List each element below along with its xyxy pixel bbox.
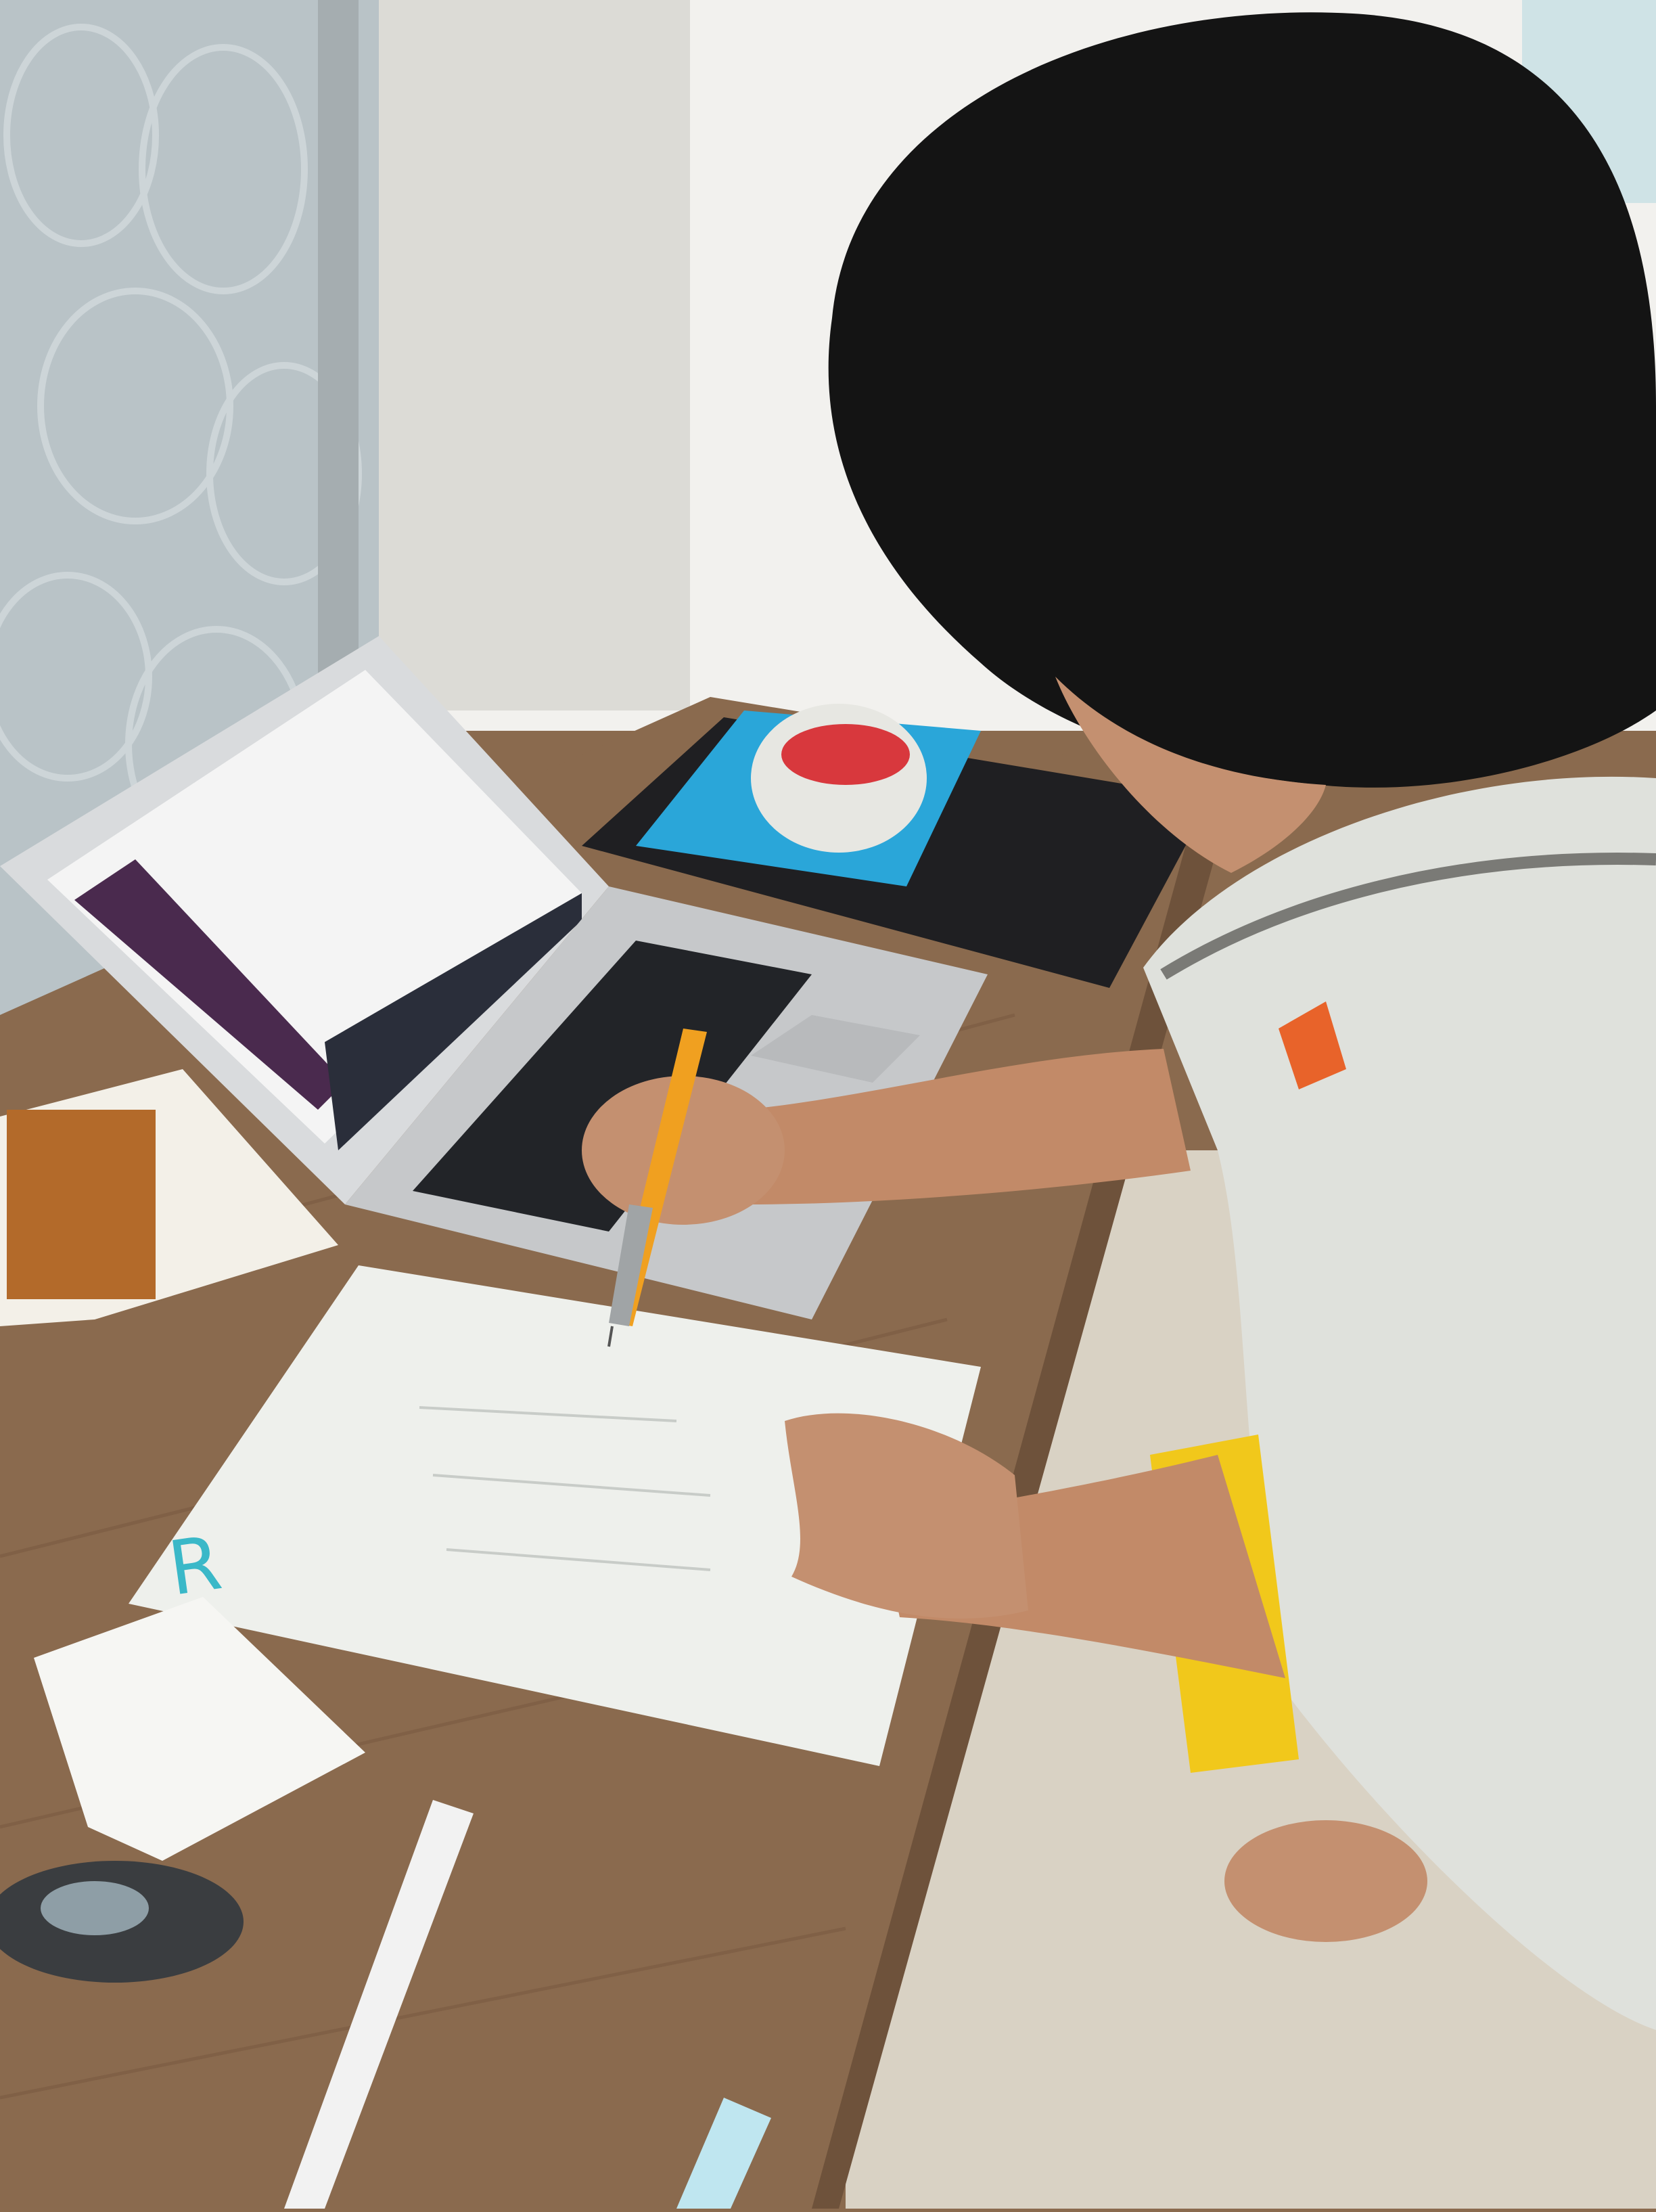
- dispenser-roll: [41, 1881, 149, 1935]
- photo-scene: R: [0, 0, 1656, 2209]
- packing-tape-core: [781, 724, 910, 785]
- person-foot: [1224, 1820, 1427, 1942]
- scene-illustration: [0, 0, 1656, 2209]
- wall-shadow: [379, 0, 690, 710]
- window-frame: [318, 0, 359, 744]
- magazine-photo: [7, 1110, 156, 1299]
